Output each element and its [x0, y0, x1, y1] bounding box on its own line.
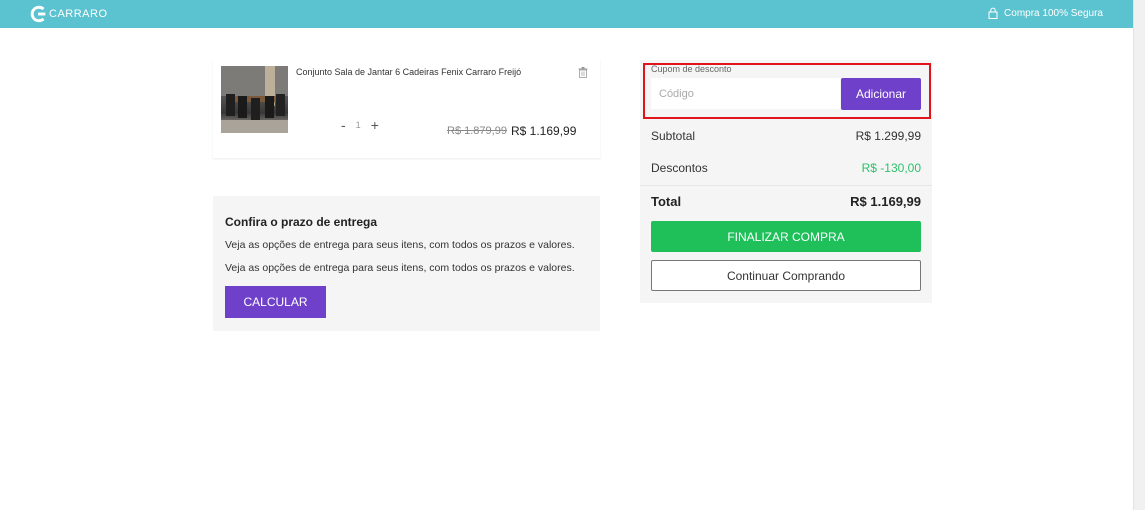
discount-label: Descontos [651, 161, 708, 175]
calculate-button[interactable]: CALCULAR [225, 286, 326, 318]
secure-badge: Compra 100% Segura [988, 7, 1103, 19]
delivery-section: Confira o prazo de entrega Veja as opçõe… [213, 196, 600, 331]
logo[interactable]: CARRARO [30, 4, 108, 24]
product-image[interactable] [221, 66, 288, 133]
product-name[interactable]: Conjunto Sala de Jantar 6 Cadeiras Fenix… [296, 67, 521, 77]
delivery-text: Veja as opções de entrega para seus iten… [225, 239, 575, 251]
secure-text: Compra 100% Segura [1004, 7, 1103, 19]
current-price: R$ 1.169,99 [511, 124, 577, 138]
discount-value: R$ -130,00 [861, 161, 921, 175]
lock-icon [988, 7, 998, 19]
trash-icon[interactable] [578, 67, 588, 78]
finish-purchase-button[interactable]: FINALIZAR COMPRA [651, 221, 921, 252]
delivery-title: Confira o prazo de entrega [225, 215, 378, 229]
subtotal-label: Subtotal [651, 129, 696, 143]
quantity-plus-button[interactable]: + [371, 117, 379, 133]
scrollbar[interactable] [1133, 0, 1145, 510]
top-bar: CARRARO Compra 100% Segura [0, 0, 1133, 28]
divider [640, 185, 932, 186]
old-price: R$ 1.879,99 [447, 125, 507, 137]
total-label: Total [651, 194, 682, 209]
quantity-stepper: - 1 + [341, 117, 379, 133]
logo-text: CARRARO [49, 8, 108, 20]
quantity-minus-button[interactable]: - [341, 117, 346, 133]
delivery-text-repeat: Veja as opções de entrega para seus iten… [225, 262, 575, 274]
quantity-value: 1 [355, 120, 361, 130]
continue-shopping-button[interactable]: Continuar Comprando [651, 260, 921, 291]
carraro-logo-icon [30, 5, 46, 23]
subtotal-value: R$ 1.299,99 [855, 129, 921, 143]
coupon-highlight-box [643, 63, 931, 119]
total-value: R$ 1.169,99 [850, 194, 921, 209]
cart-item: Conjunto Sala de Jantar 6 Cadeiras Fenix… [213, 58, 600, 158]
